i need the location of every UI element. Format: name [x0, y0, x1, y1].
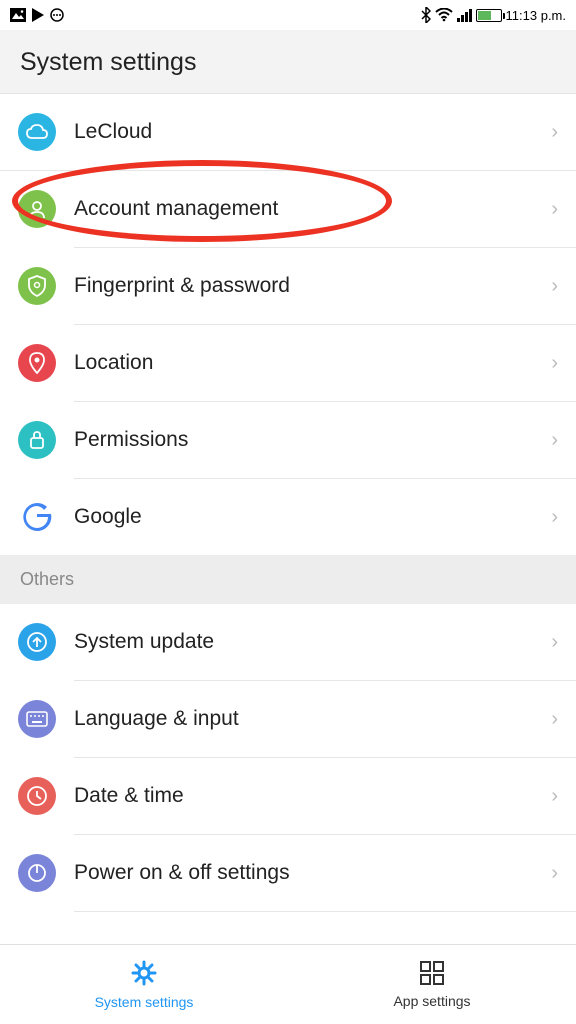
item-label: Account management	[74, 197, 551, 221]
page-header: System settings	[0, 30, 576, 94]
power-icon	[18, 854, 56, 892]
item-language-input[interactable]: Language & input ›	[0, 681, 576, 757]
lock-icon	[18, 421, 56, 459]
clock-icon	[18, 777, 56, 815]
nav-app-settings[interactable]: App settings	[288, 945, 576, 1024]
chevron-right-icon: ›	[551, 785, 558, 808]
item-label: Location	[74, 351, 551, 375]
chevron-right-icon: ›	[551, 275, 558, 298]
play-icon	[32, 8, 44, 22]
chevron-right-icon: ›	[551, 506, 558, 529]
battery-icon	[476, 9, 502, 22]
item-date-time[interactable]: Date & time ›	[0, 758, 576, 834]
item-lecloud[interactable]: LeCloud ›	[0, 94, 576, 170]
picture-icon	[10, 8, 26, 22]
item-label: Google	[74, 505, 551, 529]
chevron-right-icon: ›	[551, 121, 558, 144]
more-icon	[50, 8, 64, 22]
item-fingerprint-password[interactable]: Fingerprint & password ›	[0, 248, 576, 324]
item-label: Fingerprint & password	[74, 274, 551, 298]
status-bar: 11:13 p.m.	[0, 0, 576, 30]
nav-label: App settings	[393, 993, 470, 1009]
bluetooth-icon	[421, 7, 431, 23]
chevron-right-icon: ›	[551, 198, 558, 221]
person-icon	[18, 190, 56, 228]
item-system-update[interactable]: System update ›	[0, 604, 576, 680]
item-label: Power on & off settings	[74, 861, 551, 885]
bottom-nav: System settings App settings	[0, 944, 576, 1024]
item-permissions[interactable]: Permissions ›	[0, 402, 576, 478]
google-icon	[18, 498, 56, 536]
chevron-right-icon: ›	[551, 352, 558, 375]
item-power-settings[interactable]: Power on & off settings ›	[0, 835, 576, 911]
item-location[interactable]: Location ›	[0, 325, 576, 401]
update-icon	[18, 623, 56, 661]
item-account-management[interactable]: Account management ›	[0, 171, 576, 247]
grid-icon	[419, 960, 445, 989]
chevron-right-icon: ›	[551, 708, 558, 731]
location-icon	[18, 344, 56, 382]
item-label: Permissions	[74, 428, 551, 452]
shield-icon	[18, 267, 56, 305]
page-title: System settings	[20, 48, 556, 77]
nav-label: System settings	[95, 994, 194, 1010]
item-label: Language & input	[74, 707, 551, 731]
settings-list: LeCloud › Account management › Fingerpri…	[0, 94, 576, 912]
gear-icon	[130, 959, 158, 990]
status-time: 11:13 p.m.	[506, 8, 566, 23]
keyboard-icon	[18, 700, 56, 738]
item-google[interactable]: Google ›	[0, 479, 576, 555]
nav-system-settings[interactable]: System settings	[0, 945, 288, 1024]
item-label: LeCloud	[74, 120, 551, 144]
wifi-icon	[435, 8, 453, 22]
chevron-right-icon: ›	[551, 631, 558, 654]
section-header-others: Others	[0, 555, 576, 604]
chevron-right-icon: ›	[551, 862, 558, 885]
item-label: System update	[74, 630, 551, 654]
signal-icon	[457, 9, 472, 22]
chevron-right-icon: ›	[551, 429, 558, 452]
cloud-icon	[18, 113, 56, 151]
item-label: Date & time	[74, 784, 551, 808]
